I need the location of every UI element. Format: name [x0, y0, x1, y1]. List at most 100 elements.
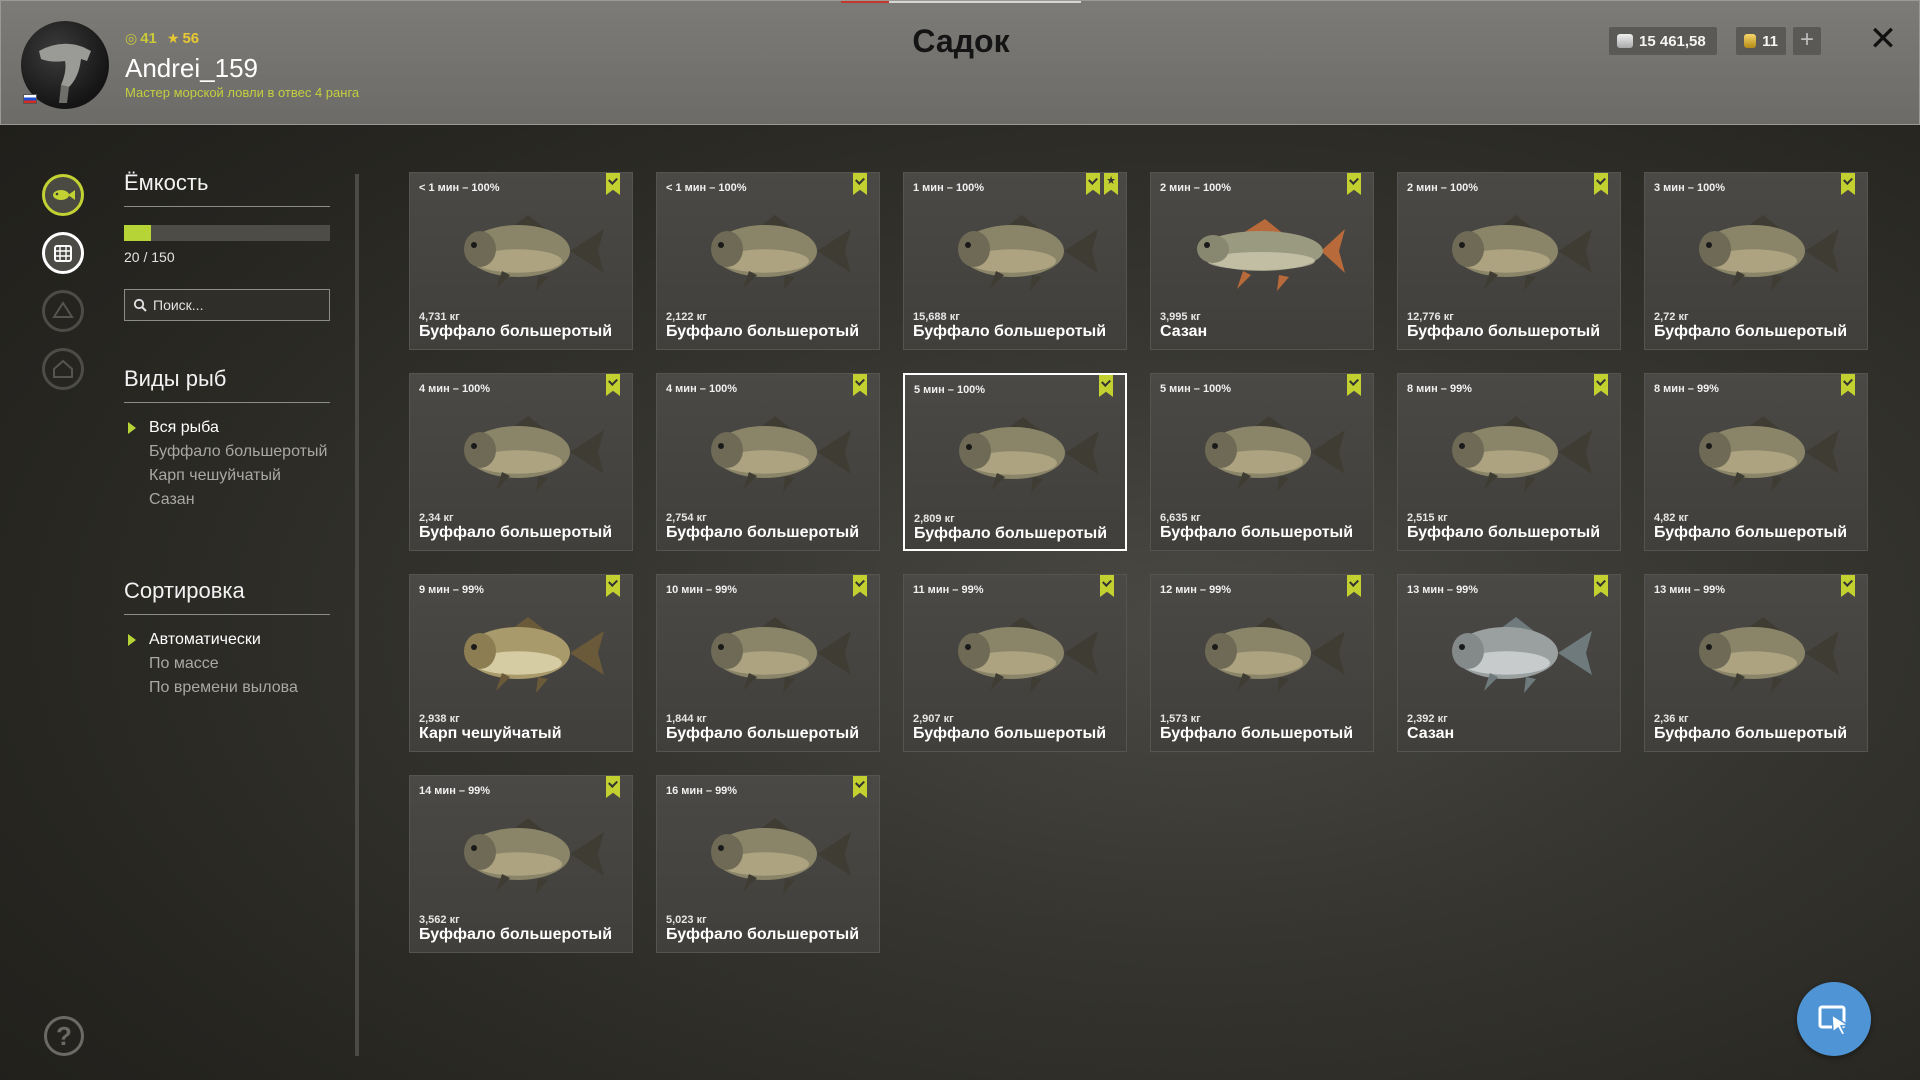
check-mark: [1088, 175, 1098, 185]
cursor-mode-button[interactable]: [1797, 982, 1871, 1056]
bookmark-check-icon[interactable]: [853, 374, 867, 396]
catch-time: < 1 мин – 100%: [666, 182, 747, 194]
check-mark: [1596, 175, 1606, 185]
bookmark-check-icon[interactable]: [606, 173, 620, 195]
fish-card[interactable]: 1 мин – 100% ★ 15,688 кг Буффало большер…: [903, 172, 1127, 350]
check-mark: [855, 778, 865, 788]
star-bookmark-icon[interactable]: ★: [1104, 173, 1118, 195]
bookmark-check-icon[interactable]: [1841, 374, 1855, 396]
check-mark: [1349, 175, 1359, 185]
fish-image: [958, 617, 1098, 693]
fish-tab-icon[interactable]: [42, 174, 84, 216]
fish-card[interactable]: 4 мин – 100% 2,754 кг Буффало большероты…: [656, 373, 880, 551]
bookmark-check-icon[interactable]: [606, 374, 620, 396]
bookmark-check-icon[interactable]: [606, 776, 620, 798]
fish-name: Буффало большеротый: [419, 926, 613, 943]
species-option-carp[interactable]: Карп чешуйчатый: [124, 467, 330, 485]
sort-option-auto[interactable]: Автоматически: [124, 631, 330, 649]
bookmark-check-icon[interactable]: [1841, 173, 1855, 195]
catch-time: 13 мин – 99%: [1407, 584, 1479, 596]
check-mark: [1101, 377, 1111, 387]
check-mark: [855, 577, 865, 587]
home-icon: [53, 359, 73, 378]
fish-card[interactable]: < 1 мин – 100% 4,731 кг Буффало большеро…: [409, 172, 633, 350]
fish-name: Буффало большеротый: [666, 725, 860, 742]
bookmark-check-icon[interactable]: [1099, 375, 1113, 397]
bookmark-check-icon[interactable]: [1086, 173, 1100, 195]
bookmark-check-icon[interactable]: [1347, 173, 1361, 195]
catch-time: 10 мин – 99%: [666, 584, 738, 596]
gold-balance: 11: [1736, 27, 1786, 55]
fish-card[interactable]: 14 мин – 99% 3,562 кг Буффало большероты…: [409, 775, 633, 953]
fish-image: [464, 617, 604, 693]
sort-option-weight[interactable]: По массе: [124, 655, 330, 673]
species-option-all[interactable]: Вся рыба: [124, 419, 330, 437]
fish-card[interactable]: 10 мин – 99% 1,844 кг Буффало большероты…: [656, 574, 880, 752]
catch-time: 9 мин – 99%: [419, 584, 484, 596]
bookmark-check-icon[interactable]: [853, 776, 867, 798]
fish-card[interactable]: 4 мин – 100% 2,34 кг Буффало большеротый: [409, 373, 633, 551]
fish-card[interactable]: < 1 мин – 100% 2,122 кг Буффало большеро…: [656, 172, 880, 350]
bookmark-check-icon[interactable]: [1841, 575, 1855, 597]
home-tab-icon[interactable]: [42, 348, 84, 390]
fish-name: Буффало большеротый: [1407, 323, 1601, 340]
bookmark-check-icon[interactable]: [1347, 575, 1361, 597]
fish-card[interactable]: 5 мин – 100% 2,809 кг Буффало большероты…: [903, 373, 1127, 551]
fish-card[interactable]: 3 мин – 100% 2,72 кг Буффало большеротый: [1644, 172, 1868, 350]
search-icon: [133, 298, 147, 312]
fish-image: [1452, 215, 1592, 291]
bookmark-check-icon[interactable]: [853, 173, 867, 195]
fish-name: Буффало большеротый: [1407, 524, 1601, 541]
catch-time: 4 мин – 100%: [666, 383, 738, 395]
close-button[interactable]: ✕: [1865, 21, 1901, 57]
help-icon[interactable]: ?: [44, 1016, 84, 1056]
fish-card[interactable]: 13 мин – 99% 2,36 кг Буффало большеротый: [1644, 574, 1868, 752]
fish-card[interactable]: 16 мин – 99% 5,023 кг Буффало большероты…: [656, 775, 880, 953]
bookmark-check-icon[interactable]: [1594, 173, 1608, 195]
species-option-label: Буффало большеротый: [149, 443, 328, 460]
species-title: Виды рыб: [124, 366, 330, 403]
catch-time: 12 мин – 99%: [1160, 584, 1232, 596]
sorting-title: Сортировка: [124, 578, 330, 615]
fish-card[interactable]: 8 мин – 99% 4,82 кг Буффало большеротый: [1644, 373, 1868, 551]
selected-arrow-icon: [128, 422, 136, 434]
bookmark-check-icon[interactable]: [1594, 575, 1608, 597]
fish-image: [1699, 215, 1839, 291]
bookmark-check-icon[interactable]: [606, 575, 620, 597]
bookmark-check-icon[interactable]: [1347, 374, 1361, 396]
fish-image: [1699, 617, 1839, 693]
fish-weight: 4,731 кг: [419, 311, 460, 323]
check-mark: [855, 376, 865, 386]
check-mark: [1349, 376, 1359, 386]
fish-card[interactable]: 11 мин – 99% 2,907 кг Буффало большероты…: [903, 574, 1127, 752]
fish-card[interactable]: 9 мин – 99% 2,938 кг Карп чешуйчатый: [409, 574, 633, 752]
bookmark-check-icon[interactable]: [853, 575, 867, 597]
fish-weight: 1,573 кг: [1160, 713, 1201, 725]
fish-name: Буффало большеротый: [666, 323, 860, 340]
bookmark-check-icon[interactable]: [1100, 575, 1114, 597]
gold-value: 11: [1762, 32, 1778, 50]
fish-card[interactable]: 13 мин – 99% 2,392 кг Сазан: [1397, 574, 1621, 752]
bookmark-check-icon[interactable]: [1594, 374, 1608, 396]
fish-card[interactable]: 8 мин – 99% 2,515 кг Буффало большеротый: [1397, 373, 1621, 551]
keepnet-tab-icon[interactable]: [42, 232, 84, 274]
check-mark: [1596, 376, 1606, 386]
sort-option-time[interactable]: По времени вылова: [124, 679, 330, 697]
check-mark: [1349, 577, 1359, 587]
fish-card[interactable]: 2 мин – 100% 3,995 кг Сазан: [1150, 172, 1374, 350]
add-currency-button[interactable]: +: [1793, 27, 1821, 55]
species-option-buffalo[interactable]: Буффало большеротый: [124, 443, 330, 461]
fish-weight: 15,688 кг: [913, 311, 960, 323]
fish-weight: 5,023 кг: [666, 914, 707, 926]
species-option-sazan[interactable]: Сазан: [124, 491, 330, 509]
search-placeholder: Поиск...: [153, 297, 204, 313]
boat-tab-icon[interactable]: [42, 290, 84, 332]
gold-coin-icon: [1744, 34, 1757, 48]
fish-card[interactable]: 2 мин – 100% 12,776 кг Буффало большерот…: [1397, 172, 1621, 350]
fish-weight: 1,844 кг: [666, 713, 707, 725]
fish-card[interactable]: 5 мин – 100% 6,635 кг Буффало большероты…: [1150, 373, 1374, 551]
fish-card[interactable]: 12 мин – 99% 1,573 кг Буффало большероты…: [1150, 574, 1374, 752]
search-input[interactable]: Поиск...: [124, 289, 330, 321]
player-rank: Мастер морской ловли в отвес 4 ранга: [125, 85, 360, 100]
fish-image: [959, 417, 1099, 493]
